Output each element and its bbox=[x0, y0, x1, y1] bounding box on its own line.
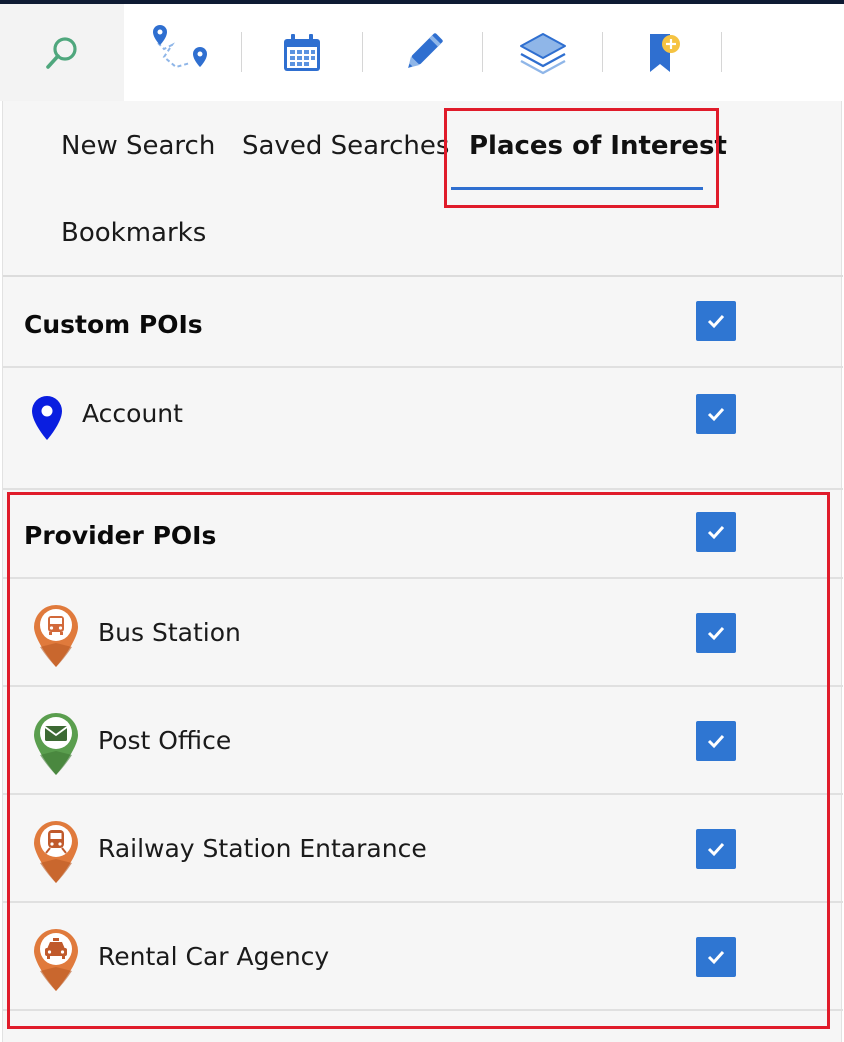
calendar-icon bbox=[284, 33, 320, 71]
active-tab-indicator bbox=[451, 187, 703, 190]
checkmark-icon bbox=[707, 950, 725, 965]
route-tool-button[interactable] bbox=[124, 4, 242, 101]
list-item: Rental Car Agency bbox=[3, 903, 843, 1011]
layers-tool-button[interactable] bbox=[483, 4, 603, 101]
search-panel: New Search Saved Searches Places of Inte… bbox=[2, 101, 843, 1042]
taxi-pin-icon bbox=[34, 929, 78, 991]
bus-pin-icon bbox=[34, 605, 78, 667]
toolbar bbox=[0, 4, 844, 101]
pencil-icon bbox=[408, 32, 443, 68]
custom-pois-header-row: Custom POIs bbox=[3, 279, 843, 368]
search-icon bbox=[46, 36, 77, 69]
custom-pois-checkbox[interactable] bbox=[696, 301, 736, 341]
checkmark-icon bbox=[707, 407, 725, 422]
checkmark-icon bbox=[707, 525, 725, 540]
provider-pois-header: Provider POIs bbox=[24, 521, 217, 550]
rental-car-checkbox[interactable] bbox=[696, 937, 736, 977]
provider-pois-header-row: Provider POIs bbox=[3, 490, 843, 579]
layers-icon bbox=[520, 32, 566, 74]
calendar-tool-button[interactable] bbox=[242, 4, 362, 101]
checkmark-icon bbox=[707, 734, 725, 749]
tab-bookmarks[interactable]: Bookmarks bbox=[61, 218, 206, 248]
route-icon bbox=[153, 24, 207, 68]
mail-pin-icon bbox=[34, 713, 78, 775]
list-item: Bus Station bbox=[3, 579, 843, 687]
custom-pois-header: Custom POIs bbox=[24, 310, 203, 339]
provider-pois-checkbox[interactable] bbox=[696, 512, 736, 552]
post-office-checkbox[interactable] bbox=[696, 721, 736, 761]
list-item: Railway Station Entarance bbox=[3, 795, 843, 903]
checkmark-icon bbox=[707, 842, 725, 857]
checkmark-icon bbox=[707, 626, 725, 641]
tab-saved-searches[interactable]: Saved Searches bbox=[242, 131, 449, 161]
tab-places-of-interest[interactable]: Places of Interest bbox=[469, 131, 727, 161]
bus-station-checkbox[interactable] bbox=[696, 613, 736, 653]
search-tool-button[interactable] bbox=[0, 4, 124, 101]
list-item: Post Office bbox=[3, 687, 843, 795]
railway-station-checkbox[interactable] bbox=[696, 829, 736, 869]
bookmark-tool-button[interactable] bbox=[603, 4, 721, 101]
bus-station-label: Bus Station bbox=[98, 618, 241, 647]
checkmark-icon bbox=[707, 314, 725, 329]
rental-car-label: Rental Car Agency bbox=[98, 942, 330, 971]
draw-tool-button[interactable] bbox=[363, 4, 483, 101]
tab-bar: New Search Saved Searches Places of Inte… bbox=[3, 101, 843, 277]
toolbar-separator bbox=[721, 32, 722, 72]
railway-station-label: Railway Station Entarance bbox=[98, 834, 427, 863]
list-item: Account bbox=[3, 368, 843, 490]
tab-new-search[interactable]: New Search bbox=[61, 131, 215, 161]
account-checkbox[interactable] bbox=[696, 394, 736, 434]
post-office-label: Post Office bbox=[98, 726, 232, 755]
account-label: Account bbox=[82, 399, 183, 428]
blue-pin-icon bbox=[32, 396, 62, 440]
train-pin-icon bbox=[34, 821, 78, 883]
bookmark-add-icon bbox=[650, 33, 680, 72]
